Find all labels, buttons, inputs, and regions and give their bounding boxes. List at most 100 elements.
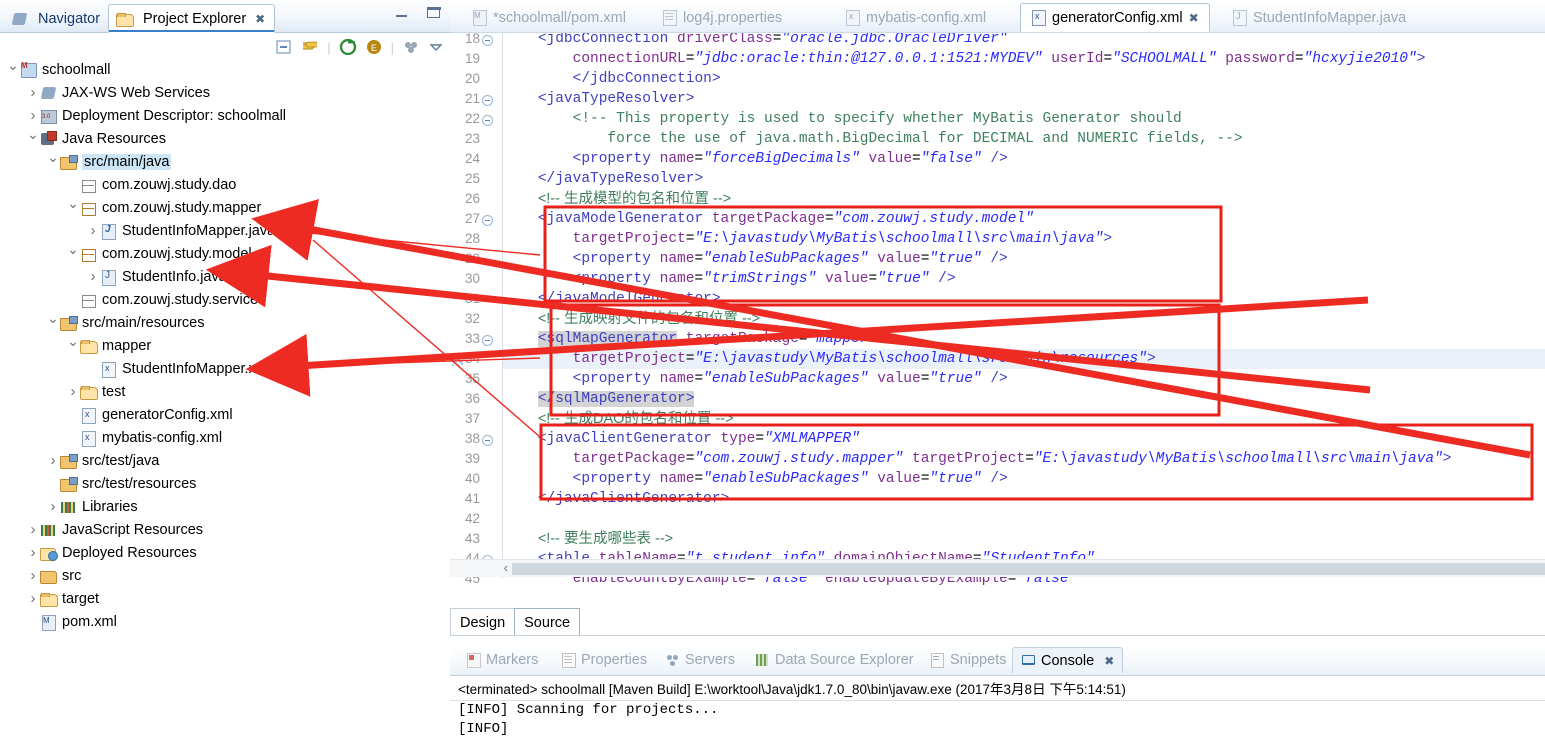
- tree-item[interactable]: mybatis-config.xml: [0, 426, 443, 449]
- horizontal-scrollbar[interactable]: ‹: [450, 559, 1545, 577]
- chevron-down-icon[interactable]: [46, 153, 60, 170]
- bottom-view-tab[interactable]: Markers: [458, 647, 546, 673]
- fold-toggle-icon[interactable]: [482, 435, 493, 446]
- fold-toggle-icon[interactable]: [482, 95, 493, 106]
- tree-item[interactable]: Deployment Descriptor: schoolmall: [0, 104, 443, 127]
- editor-tab[interactable]: *schoolmall/pom.xml: [462, 3, 636, 32]
- tree-item[interactable]: StudentInfo.java: [0, 265, 443, 288]
- view-menu-icon[interactable]: [428, 39, 444, 55]
- tree-item[interactable]: com.zouwj.study.service: [0, 288, 443, 311]
- code-line[interactable]: <jdbcConnection driverClass="oracle.jdbc…: [503, 33, 1008, 49]
- code-line[interactable]: <javaClientGenerator type="XMLMAPPER": [503, 429, 860, 449]
- tree-item[interactable]: src/test/java: [0, 449, 443, 472]
- code-line[interactable]: </javaTypeResolver>: [503, 169, 703, 189]
- collapse-all-icon[interactable]: [275, 39, 293, 55]
- tree-item[interactable]: StudentInfoMapper.xml: [0, 357, 443, 380]
- source-editor[interactable]: 18 19 20 21 22 23 24 25 26 27 28 29 30 31 32 33 34 35 36 37…: [450, 33, 1545, 593]
- code-line[interactable]: targetProject="E:\javastudy\MyBatis\scho…: [503, 349, 1156, 369]
- tree-item[interactable]: src: [0, 564, 443, 587]
- chevron-down-icon[interactable]: [66, 245, 80, 262]
- tab-source[interactable]: Source: [514, 608, 581, 636]
- editor-tab[interactable]: log4j.properties: [652, 3, 792, 32]
- editor-tab[interactable]: StudentInfoMapper.java: [1222, 3, 1416, 32]
- scroll-thumb[interactable]: [512, 563, 1545, 575]
- tree-item[interactable]: test: [0, 380, 443, 403]
- chevron-down-icon[interactable]: [46, 314, 60, 331]
- chevron-down-icon[interactable]: [26, 130, 40, 147]
- tree-item[interactable]: Libraries: [0, 495, 443, 518]
- tree-item[interactable]: schoolmall: [0, 58, 443, 81]
- tree-item[interactable]: com.zouwj.study.mapper: [0, 196, 443, 219]
- code-line[interactable]: connectionURL = "jdbc:oracle:thin:@127.0.0…: [503, 49, 1426, 69]
- tree-item[interactable]: src/test/resources: [0, 472, 443, 495]
- bottom-view-tab[interactable]: Properties: [553, 647, 655, 673]
- minimize-icon[interactable]: [396, 15, 407, 17]
- code-line[interactable]: <javaTypeResolver>: [503, 89, 695, 109]
- code-line[interactable]: targetPackage = "com.zouwj.study.mapper" t…: [503, 449, 1452, 469]
- code-line[interactable]: </sqlMapGenerator>: [503, 389, 695, 409]
- chevron-right-icon[interactable]: [26, 544, 40, 561]
- chevron-right-icon[interactable]: [26, 567, 40, 584]
- code-line[interactable]: </jdbcConnection>: [503, 69, 721, 89]
- code-line[interactable]: force the use of java.math.BigDecimal fo…: [503, 129, 1242, 149]
- project-tree[interactable]: schoolmall JAX-WS Web Services Deployment …: [0, 58, 443, 729]
- tab-navigator[interactable]: Navigator: [4, 4, 109, 33]
- tree-item[interactable]: com.zouwj.study.model: [0, 242, 443, 265]
- tree-item[interactable]: JAX-WS Web Services: [0, 81, 443, 104]
- tree-item[interactable]: generatorConfig.xml: [0, 403, 443, 426]
- fold-toggle-icon[interactable]: [482, 215, 493, 226]
- code-line[interactable]: <sqlMapGenerator targetPackage="mapper": [503, 329, 877, 349]
- tree-item[interactable]: src/main/java: [0, 150, 443, 173]
- tree-item[interactable]: JavaScript Resources: [0, 518, 443, 541]
- code-line[interactable]: <property name="enableSubPackages" value…: [503, 369, 1008, 389]
- chevron-right-icon[interactable]: [26, 107, 40, 124]
- chevron-down-icon[interactable]: [66, 337, 80, 354]
- code-line[interactable]: <property name="trimStrings" value="true…: [503, 269, 956, 289]
- bottom-view-tab[interactable]: Console ✖: [1012, 647, 1124, 673]
- code-line[interactable]: <!-- 生成映射文件的包名和位置 -->: [503, 309, 760, 329]
- tree-item[interactable]: Java Resources: [0, 127, 443, 150]
- code-line[interactable]: <!-- This property is used to specify wh…: [503, 109, 1182, 129]
- console-view[interactable]: <terminated> schoolmall [Maven Build] E:…: [450, 675, 1545, 737]
- tree-item[interactable]: StudentInfoMapper.java: [0, 219, 443, 242]
- chevron-right-icon[interactable]: [46, 498, 60, 515]
- chevron-down-icon[interactable]: [6, 61, 20, 78]
- editor-tab[interactable]: generatorConfig.xml ✖: [1020, 3, 1210, 32]
- chevron-down-icon[interactable]: [66, 199, 80, 216]
- filter-icon[interactable]: [402, 39, 420, 55]
- tab-project-explorer[interactable]: Project Explorer ✖: [108, 4, 276, 33]
- code-line[interactable]: <!-- 生成模型的包名和位置 -->: [503, 189, 731, 209]
- code-line[interactable]: <property name="forceBigDecimals" value=…: [503, 149, 1008, 169]
- code-line[interactable]: <!-- 要生成哪些表 -->: [503, 529, 673, 549]
- maximize-icon[interactable]: [426, 6, 441, 18]
- link-with-editor-icon[interactable]: [301, 39, 319, 55]
- code-line[interactable]: <javaModelGenerator targetPackage="com.z…: [503, 209, 1034, 229]
- close-icon[interactable]: ✖: [1104, 654, 1114, 668]
- editor-tab[interactable]: mybatis-config.xml: [835, 3, 996, 32]
- code-line[interactable]: <property name="enableSubPackages" value…: [503, 249, 1008, 269]
- bottom-view-tab[interactable]: Servers: [657, 647, 743, 673]
- chevron-right-icon[interactable]: [26, 84, 40, 101]
- fold-toggle-icon[interactable]: [482, 115, 493, 126]
- code-line[interactable]: targetProject="E:\javastudy\MyBatis\scho…: [503, 229, 1113, 249]
- bottom-view-tab[interactable]: Data Source Explorer: [747, 647, 922, 673]
- tree-item[interactable]: Deployed Resources: [0, 541, 443, 564]
- eclipse-icon[interactable]: E: [365, 39, 383, 55]
- tab-design[interactable]: Design: [450, 608, 516, 636]
- code-line[interactable]: <property name="enableSubPackages" value…: [503, 469, 1008, 489]
- chevron-right-icon[interactable]: [26, 590, 40, 607]
- tree-item[interactable]: src/main/resources: [0, 311, 443, 334]
- tree-item[interactable]: mapper: [0, 334, 443, 357]
- chevron-right-icon[interactable]: [66, 383, 80, 400]
- code-line[interactable]: <!-- 生成DAO的包名和位置 -->: [503, 409, 734, 429]
- chevron-right-icon[interactable]: [86, 222, 100, 239]
- code-line[interactable]: </javaClientGenerator>: [503, 489, 729, 509]
- bottom-view-tab[interactable]: Snippets: [922, 647, 1014, 673]
- tree-item[interactable]: target: [0, 587, 443, 610]
- close-icon[interactable]: ✖: [255, 12, 265, 26]
- tree-item[interactable]: com.zouwj.study.dao: [0, 173, 443, 196]
- git-icon[interactable]: [339, 39, 357, 55]
- fold-toggle-icon[interactable]: [482, 335, 493, 346]
- view-min-max-controls[interactable]: [396, 6, 442, 22]
- chevron-right-icon[interactable]: [26, 521, 40, 538]
